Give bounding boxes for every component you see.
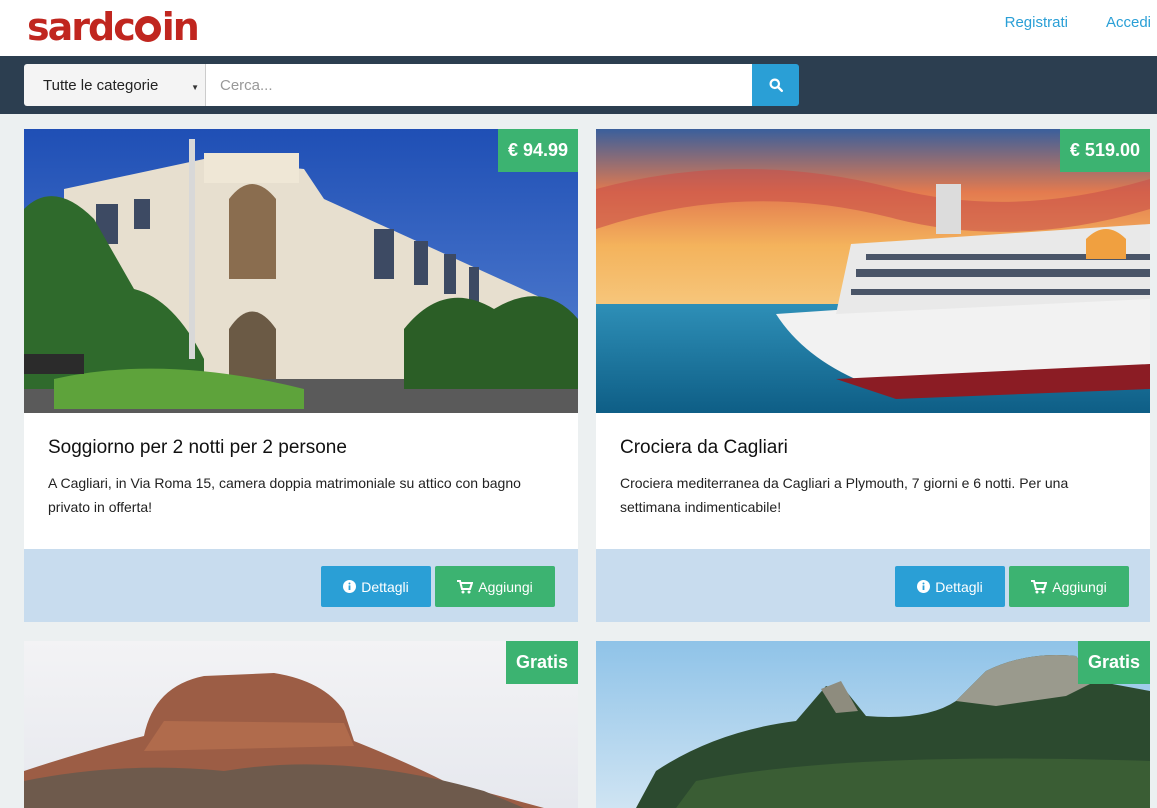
- info-circle-icon: [343, 580, 357, 593]
- price-badge: € 94.99: [497, 129, 578, 172]
- card-body: Soggiorno per 2 notti per 2 persone A Ca…: [24, 413, 578, 549]
- card-footer: Dettagli Aggiungi: [24, 549, 578, 622]
- info-circle-icon: [917, 580, 931, 593]
- card-footer: Dettagli Aggiungi: [596, 549, 1150, 622]
- search-button[interactable]: [752, 64, 799, 106]
- search-bar: Tutte le categorie ▼: [0, 56, 1157, 114]
- cart-icon: [1031, 579, 1048, 593]
- category-select[interactable]: Tutte le categorie ▼: [24, 64, 206, 106]
- price-badge: € 519.00: [1059, 129, 1150, 172]
- product-image-bastione[interactable]: € 94.99: [24, 129, 578, 413]
- logo[interactable]: sardcoinsardcin: [27, 2, 200, 52]
- card-description: A Cagliari, in Via Roma 15, camera doppi…: [48, 475, 521, 515]
- card-description: Crociera mediterranea da Cagliari a Plym…: [620, 475, 1069, 515]
- product-image-mountain[interactable]: Gratis: [24, 641, 578, 808]
- product-image-coast[interactable]: Gratis: [596, 641, 1150, 808]
- search-input[interactable]: [206, 64, 752, 106]
- details-button[interactable]: Dettagli: [895, 566, 1005, 607]
- details-button-label: Dettagli: [935, 578, 983, 595]
- product-image-cruise[interactable]: € 519.00: [596, 129, 1150, 413]
- card-title[interactable]: Soggiorno per 2 notti per 2 persone: [48, 435, 554, 461]
- price-badge: Gratis: [1077, 641, 1150, 684]
- add-button-label: Aggiungi: [478, 578, 533, 595]
- add-to-cart-button[interactable]: Aggiungi: [1009, 566, 1129, 607]
- caret-down-icon: ▼: [191, 83, 199, 92]
- top-header: sardcoinsardcin Registrati Accedi: [0, 0, 1157, 56]
- add-to-cart-button[interactable]: Aggiungi: [435, 566, 555, 607]
- coin-icon: [134, 16, 161, 42]
- register-link[interactable]: Registrati: [1005, 14, 1068, 31]
- category-select-value: Tutte le categorie: [43, 76, 159, 94]
- product-card: Gratis: [596, 641, 1150, 808]
- cart-icon: [457, 579, 474, 593]
- details-button[interactable]: Dettagli: [321, 566, 431, 607]
- login-link[interactable]: Accedi: [1106, 14, 1151, 31]
- product-card: € 519.00 Crociera da Cagliari Crociera m…: [596, 129, 1150, 622]
- add-button-label: Aggiungi: [1052, 578, 1107, 595]
- auth-links: Registrati Accedi: [1005, 14, 1151, 31]
- price-badge: Gratis: [505, 641, 578, 684]
- card-body: Crociera da Cagliari Crociera mediterran…: [596, 413, 1150, 549]
- product-card: Gratis: [24, 641, 578, 808]
- card-title[interactable]: Crociera da Cagliari: [620, 435, 1126, 461]
- product-card: € 94.99 Soggiorno per 2 notti per 2 pers…: [24, 129, 578, 622]
- search-icon: [769, 78, 783, 92]
- details-button-label: Dettagli: [361, 578, 409, 595]
- mountain-photo: [24, 641, 578, 808]
- coast-photo: [596, 641, 1150, 808]
- bastione-photo: [24, 129, 578, 413]
